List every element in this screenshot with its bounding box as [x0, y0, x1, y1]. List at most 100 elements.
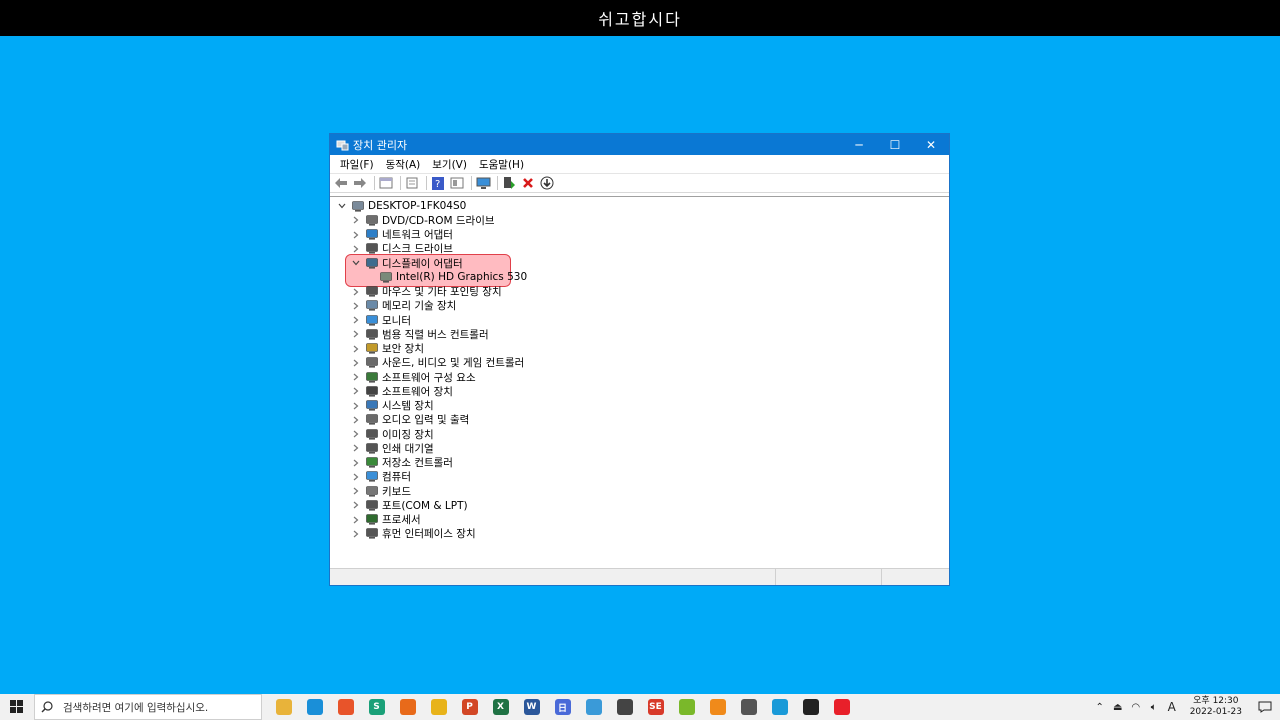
volume-icon[interactable]: 🔈︎ — [1146, 694, 1162, 720]
chevron-right-icon[interactable] — [351, 415, 361, 425]
chevron-down-icon[interactable] — [351, 258, 361, 268]
show-hide-tree-icon[interactable] — [378, 175, 394, 191]
chevron-right-icon[interactable] — [351, 515, 361, 525]
tree-category[interactable]: 네트워크 어댑터 — [351, 228, 453, 242]
view-icon[interactable] — [449, 175, 465, 191]
menu-item[interactable]: 도움말(H) — [473, 157, 530, 172]
help-icon[interactable]: ? — [430, 175, 446, 191]
taskbar-app[interactable]: 日 — [547, 694, 578, 720]
taskbar-app[interactable] — [578, 694, 609, 720]
taskbar-app[interactable] — [330, 694, 361, 720]
tree-category[interactable]: 보안 장치 — [351, 342, 424, 356]
taskbar-app[interactable] — [702, 694, 733, 720]
taskbar-app[interactable] — [423, 694, 454, 720]
chevron-up-icon[interactable]: ⌃ — [1092, 694, 1108, 720]
menu-item[interactable]: 보기(V) — [426, 157, 473, 172]
device-manager-icon — [335, 138, 349, 152]
taskbar-search-box[interactable]: 검색하려면 여기에 입력하십시오. — [34, 694, 262, 720]
taskbar-app[interactable] — [392, 694, 423, 720]
chevron-right-icon[interactable] — [351, 329, 361, 339]
back-icon[interactable] — [333, 175, 349, 191]
taskbar-app[interactable]: P — [454, 694, 485, 720]
chevron-right-icon[interactable] — [351, 486, 361, 496]
tree-category[interactable]: 오디오 입력 및 출력 — [351, 413, 469, 427]
tree-category[interactable]: 이미징 장치 — [351, 427, 434, 441]
tree-category[interactable]: 소프트웨어 구성 요소 — [351, 370, 476, 384]
clock[interactable]: 오후 12:30 2022-01-23 — [1182, 696, 1250, 718]
excel-icon: X — [492, 699, 509, 715]
chevron-right-icon[interactable] — [351, 344, 361, 354]
chevron-right-icon[interactable] — [351, 372, 361, 382]
monitor-scan-icon[interactable] — [475, 175, 491, 191]
taskbar-app[interactable] — [268, 694, 299, 720]
menu-bar: 파일(F) 동작(A) 보기(V) 도움말(H) — [330, 155, 949, 173]
tree-category[interactable]: 휴먼 인터페이스 장치 — [351, 527, 476, 541]
tree-root[interactable]: DESKTOP-1FK04S0 — [337, 199, 466, 213]
maximize-button[interactable]: ☐ — [877, 134, 913, 155]
chevron-right-icon[interactable] — [351, 443, 361, 453]
usb-tray-icon[interactable]: ⏏ — [1110, 694, 1126, 720]
network-tray-icon[interactable]: ◠ — [1128, 694, 1144, 720]
chevron-right-icon[interactable] — [351, 301, 361, 311]
chevron-right-icon[interactable] — [351, 401, 361, 411]
taskbar-app[interactable] — [299, 694, 330, 720]
properties-icon[interactable] — [404, 175, 420, 191]
tree-category[interactable]: 모니터 — [351, 313, 411, 327]
download-icon[interactable] — [539, 175, 555, 191]
taskbar-app[interactable] — [764, 694, 795, 720]
menu-item[interactable]: 동작(A) — [380, 157, 427, 172]
tree-category[interactable]: 디스크 드라이브 — [351, 242, 453, 256]
taskbar-app[interactable]: W — [516, 694, 547, 720]
tree-category-label: 시스템 장치 — [382, 400, 434, 412]
chevron-right-icon[interactable] — [351, 472, 361, 482]
tree-category[interactable]: 저장소 컨트롤러 — [351, 456, 453, 470]
computer-icon — [365, 471, 378, 483]
chevron-right-icon[interactable] — [351, 458, 361, 468]
notification-icon[interactable] — [1250, 694, 1280, 720]
chevron-right-icon[interactable] — [351, 215, 361, 225]
chevron-right-icon[interactable] — [351, 529, 361, 539]
ime-indicator[interactable]: A — [1164, 694, 1180, 720]
close-button[interactable]: ✕ — [913, 134, 949, 155]
tree-category[interactable]: 시스템 장치 — [351, 399, 434, 413]
title-bar[interactable]: 장치 관리자 ─ ☐ ✕ — [330, 134, 949, 155]
tree-category[interactable]: DVD/CD-ROM 드라이브 — [351, 213, 495, 227]
tree-category[interactable]: 범용 직렬 버스 컨트롤러 — [351, 327, 489, 341]
tree-category[interactable]: 프로세서 — [351, 513, 421, 527]
tree-category[interactable]: 마우스 및 기타 포인팅 장치 — [351, 285, 502, 299]
chevron-right-icon[interactable] — [351, 287, 361, 297]
chevron-right-icon[interactable] — [351, 429, 361, 439]
firefox-icon — [399, 699, 416, 715]
chevron-right-icon[interactable] — [351, 500, 361, 510]
tree-category[interactable]: 사운드, 비디오 및 게임 컨트롤러 — [351, 356, 524, 370]
minimize-button[interactable]: ─ — [841, 134, 877, 155]
toolbar-separator — [400, 176, 401, 190]
tree-category[interactable]: 포트(COM & LPT) — [351, 498, 468, 512]
update-driver-icon[interactable] — [501, 175, 517, 191]
chevron-right-icon[interactable] — [351, 244, 361, 254]
taskbar-app[interactable] — [795, 694, 826, 720]
tree-category[interactable]: 디스플레이 어댑터 — [351, 256, 463, 270]
tree-category[interactable]: 인쇄 대기열 — [351, 441, 434, 455]
tree-category[interactable]: 키보드 — [351, 484, 411, 498]
chevron-right-icon[interactable] — [351, 386, 361, 396]
tree-category[interactable]: 메모리 기술 장치 — [351, 299, 456, 313]
taskbar-app[interactable]: S — [361, 694, 392, 720]
chevron-right-icon[interactable] — [351, 315, 361, 325]
taskbar-app[interactable] — [826, 694, 857, 720]
taskbar-app[interactable]: SE — [640, 694, 671, 720]
tree-category[interactable]: 컴퓨터 — [351, 470, 411, 484]
taskbar-app[interactable] — [671, 694, 702, 720]
chevron-down-icon[interactable] — [337, 201, 347, 211]
forward-icon[interactable] — [352, 175, 368, 191]
chevron-right-icon[interactable] — [351, 230, 361, 240]
taskbar-app[interactable] — [733, 694, 764, 720]
taskbar-app[interactable] — [609, 694, 640, 720]
tree-device[interactable]: Intel(R) HD Graphics 530 — [379, 270, 527, 284]
taskbar-app[interactable]: X — [485, 694, 516, 720]
menu-item[interactable]: 파일(F) — [334, 157, 380, 172]
start-button[interactable] — [0, 694, 34, 720]
tree-category[interactable]: 소프트웨어 장치 — [351, 384, 453, 398]
uninstall-icon[interactable] — [520, 175, 536, 191]
chevron-right-icon[interactable] — [351, 358, 361, 368]
